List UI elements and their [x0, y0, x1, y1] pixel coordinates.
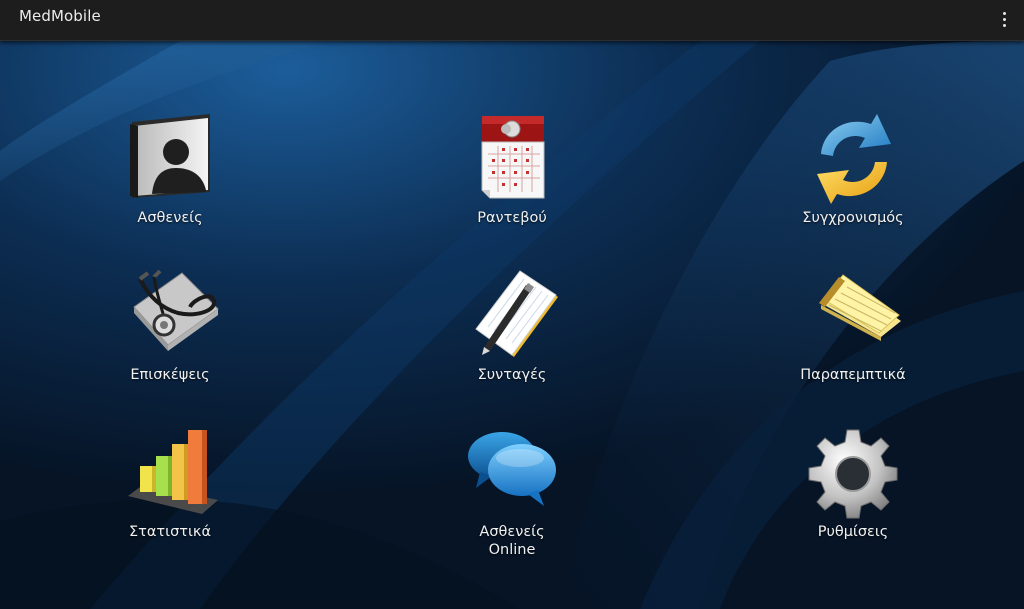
tile-statistics[interactable]: Στατιστικά: [65, 426, 275, 556]
more-vert-icon[interactable]: [992, 4, 1016, 34]
patient-folder-icon: [130, 114, 210, 198]
tile-label: Συγχρονισμός: [802, 210, 904, 226]
sync-arrows-icon: [817, 114, 891, 204]
tile-visits[interactable]: Επισκέψεις: [65, 269, 275, 399]
tile-sync[interactable]: Συγχρονισμός: [748, 112, 958, 242]
tile-label: Ραντεβού: [477, 210, 547, 226]
tile-appointments[interactable]: Ραντεβού: [407, 112, 617, 242]
tile-label: Ρυθμίσεις: [817, 524, 889, 540]
tile-referrals[interactable]: Παραπεμπτικά: [748, 269, 958, 399]
app-title: MedMobile: [19, 7, 101, 25]
chat-bubbles-icon: [468, 432, 556, 506]
tile-label: Συνταγές: [477, 367, 547, 383]
tile-label: Επισκέψεις: [130, 367, 210, 383]
tile-label: Στατιστικά: [128, 524, 211, 540]
notepad-pen-icon: [475, 270, 558, 357]
app-bar: MedMobile: [0, 0, 1024, 41]
tile-label: Παραπεμπτικά: [800, 367, 906, 383]
legal-pad-icon: [819, 274, 901, 341]
tile-label: Ασθενείς: [137, 210, 203, 226]
tile-patients[interactable]: Ασθενείς: [65, 112, 275, 242]
tile-label: Ασθενείς Online: [407, 523, 617, 561]
tile-label-line-1: Ασθενείς: [479, 524, 545, 540]
calendar-icon: [481, 116, 545, 199]
gear-icon: [808, 429, 898, 519]
tile-label-line-2: Online: [488, 542, 536, 558]
tile-patients-online[interactable]: Ασθενείς Online: [407, 426, 617, 558]
bar-chart-icon: [128, 430, 218, 514]
stethoscope-icon: [133, 269, 219, 351]
tile-settings[interactable]: Ρυθμίσεις: [748, 426, 958, 556]
tile-prescriptions[interactable]: Συνταγές: [407, 269, 617, 399]
